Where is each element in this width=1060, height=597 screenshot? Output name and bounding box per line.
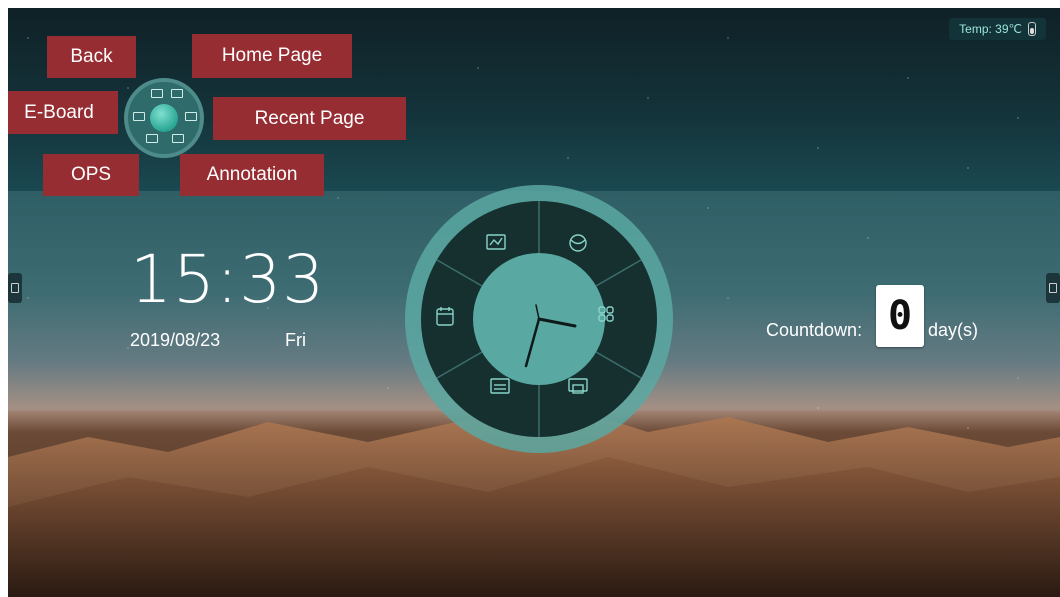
left-sidebar-tab[interactable] — [8, 273, 22, 303]
home-page-label[interactable]: Home Page — [192, 34, 352, 78]
temperature-text: Temp: 39℃ — [959, 22, 1022, 36]
digital-clock: 15:33 — [130, 241, 326, 318]
expand-icon — [1049, 283, 1057, 293]
ops-icon — [146, 134, 158, 143]
weekday-text: Fri — [285, 330, 306, 350]
floating-menu-button[interactable] — [124, 78, 204, 158]
app-dial — [405, 185, 673, 453]
e-board-label[interactable]: E-Board — [8, 91, 118, 134]
ops-label[interactable]: OPS — [43, 154, 139, 196]
annotation-icon — [172, 134, 184, 143]
recent-page-label[interactable]: Recent Page — [213, 97, 406, 140]
annotation-label[interactable]: Annotation — [180, 154, 324, 196]
menu-knob[interactable] — [150, 104, 178, 132]
back-label[interactable]: Back — [47, 36, 136, 78]
expand-icon — [11, 283, 19, 293]
right-sidebar-tab[interactable] — [1046, 273, 1060, 303]
recent-icon — [185, 112, 197, 121]
date-text: 2019/08/23 — [130, 330, 221, 350]
thermometer-icon — [1028, 22, 1036, 36]
back-icon — [151, 89, 163, 98]
countdown-unit: day(s) — [928, 320, 979, 340]
countdown-label: Countdown: — [766, 320, 863, 340]
e-board-icon — [133, 112, 145, 121]
home-icon — [171, 89, 183, 98]
countdown-value-card[interactable]: 0 — [876, 285, 924, 347]
temperature-indicator: Temp: 39℃ — [949, 18, 1046, 40]
home-screen: Temp: 39℃ Back Home Page E-Board Recent … — [8, 8, 1060, 597]
